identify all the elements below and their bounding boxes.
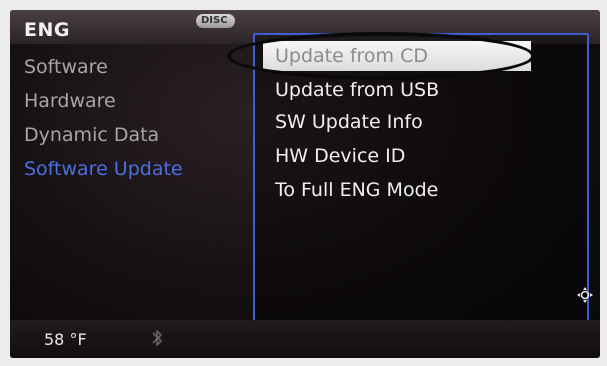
submenu-item-hw-device-id[interactable]: HW Device ID [275, 145, 405, 167]
bluetooth-icon [152, 330, 162, 346]
submenu-item-update-from-cd[interactable]: Update from CD [263, 41, 531, 71]
head-unit-screen: ENG DISC Software Hardware Dynamic Data … [10, 10, 600, 358]
outside-temperature: 58 °F [44, 330, 87, 349]
menu-item-software-update[interactable]: Software Update [24, 152, 244, 186]
status-bar: 58 °F [10, 287, 600, 358]
submenu-panel: Update from CD Update from USB SW Update… [253, 33, 589, 329]
menu-item-dynamic-data[interactable]: Dynamic Data [24, 118, 244, 152]
menu-item-hardware[interactable]: Hardware [24, 84, 244, 118]
disc-source-badge: DISC [196, 14, 235, 28]
menu-item-software[interactable]: Software [24, 50, 244, 84]
submenu-item-sw-update-info[interactable]: SW Update Info [275, 111, 423, 133]
submenu-item-to-full-eng-mode[interactable]: To Full ENG Mode [275, 179, 438, 201]
page-title: ENG [24, 19, 70, 41]
submenu-item-update-from-usb[interactable]: Update from USB [275, 79, 439, 101]
photo-frame: ENG DISC Software Hardware Dynamic Data … [0, 0, 607, 366]
joystick-icon [577, 287, 593, 303]
left-menu: Software Hardware Dynamic Data Software … [24, 50, 244, 186]
